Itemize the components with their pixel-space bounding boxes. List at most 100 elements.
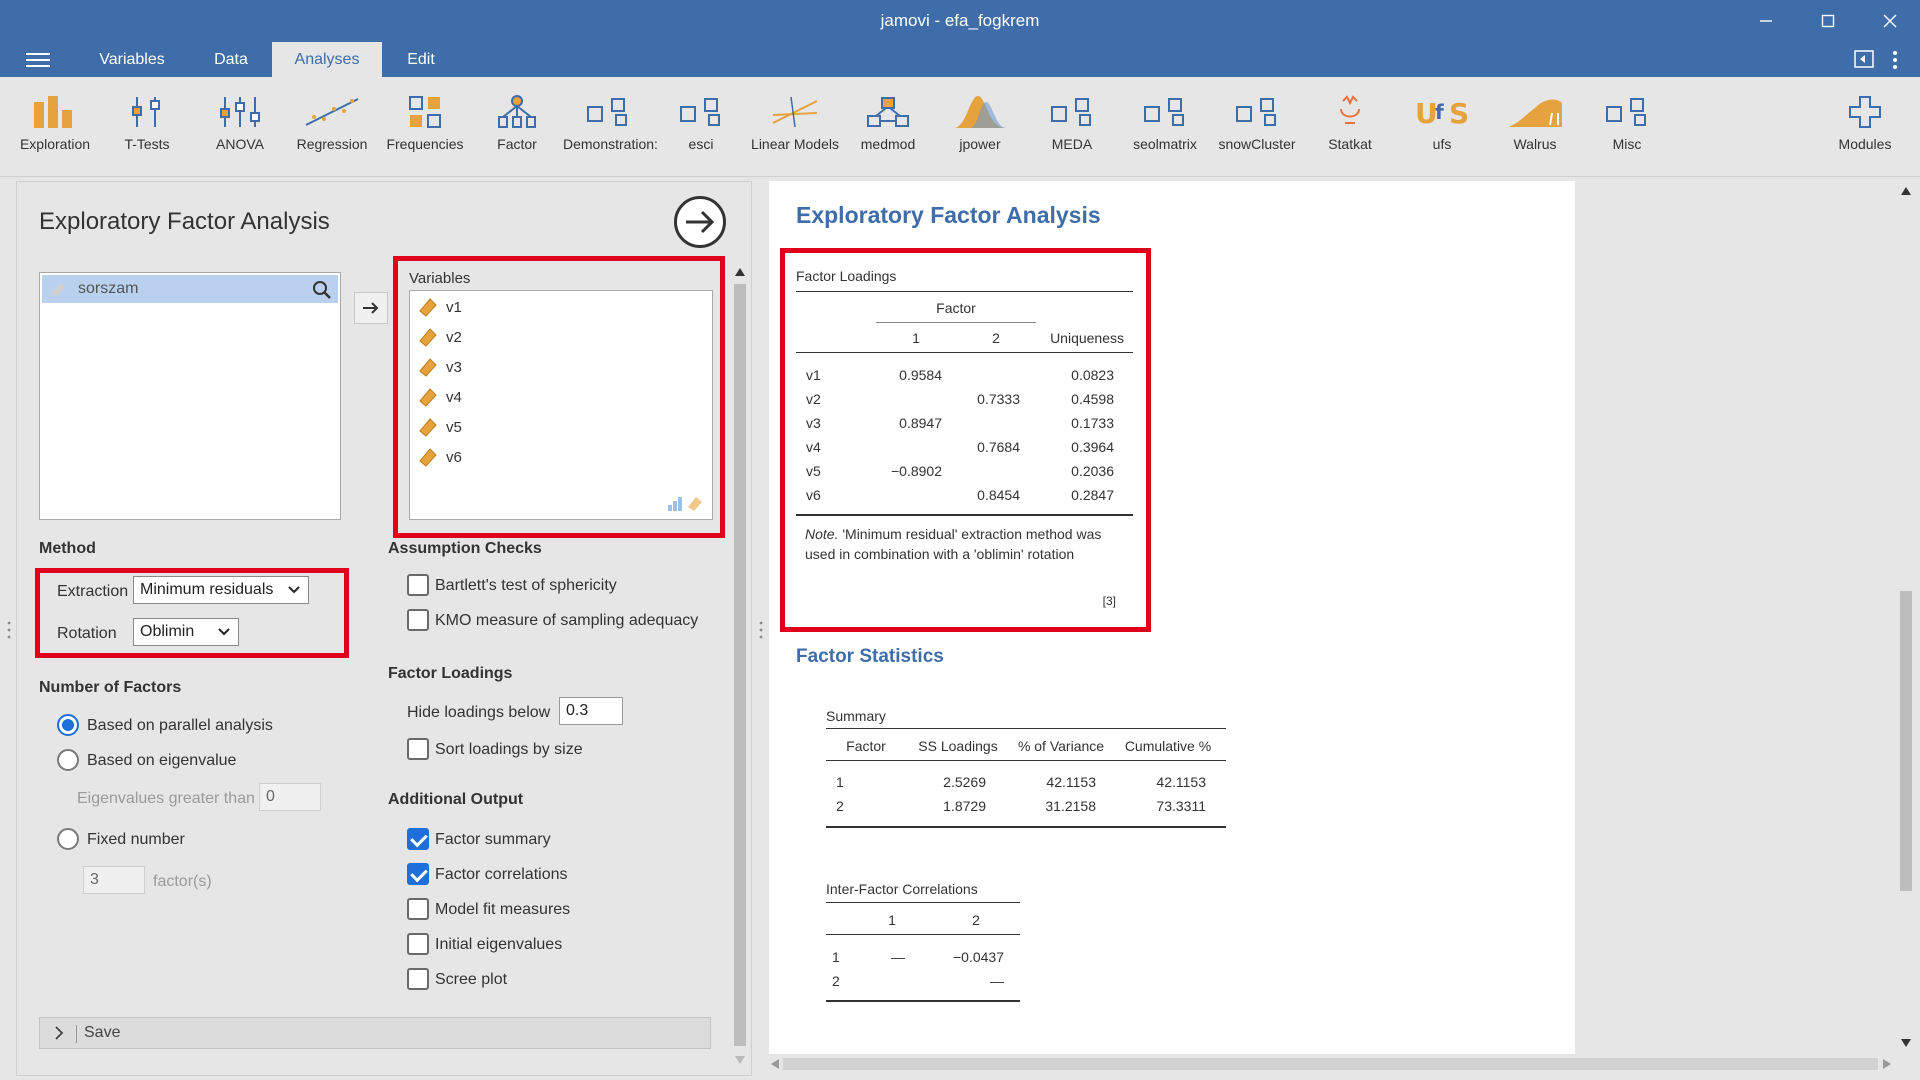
close-button[interactable] xyxy=(1866,6,1914,36)
fixed-number-radio[interactable] xyxy=(57,828,79,850)
left-splitter-grip[interactable] xyxy=(7,620,11,640)
snowcluster-icon xyxy=(1212,91,1302,133)
move-variable-button[interactable] xyxy=(354,292,388,324)
options-panel: Exploratory Factor Analysis sorszam Vari… xyxy=(16,181,752,1076)
results-vertical-scrollbar[interactable] xyxy=(1896,181,1916,1054)
options-title: Exploratory Factor Analysis xyxy=(39,208,330,235)
results-margin xyxy=(1575,181,1895,1054)
ribbon-linear-models[interactable]: Linear Models xyxy=(750,91,840,152)
summary-header: % of Variance xyxy=(1017,738,1105,754)
ribbon-t-tests[interactable]: T-Tests xyxy=(102,91,192,152)
correlations-table-title: Inter-Factor Correlations xyxy=(826,881,978,897)
bartlett-label: Bartlett's test of sphericity xyxy=(435,577,617,594)
sort-loadings-checkbox[interactable] xyxy=(407,738,429,760)
fixed-number-input[interactable]: 3 xyxy=(83,866,145,894)
scree-plot-checkbox[interactable] xyxy=(407,968,429,990)
ribbon-demonstration[interactable]: Demonstration: xyxy=(563,91,658,152)
medmod-icon xyxy=(843,91,933,133)
scroll-down-icon[interactable] xyxy=(735,1056,745,1064)
regression-icon xyxy=(287,91,377,133)
ribbon-statkat[interactable]: Statkat xyxy=(1305,91,1395,152)
ribbon-modules[interactable]: Modules xyxy=(1820,91,1910,152)
available-variables-list[interactable]: sorszam xyxy=(39,272,341,520)
kmo-checkbox[interactable] xyxy=(407,609,429,631)
ribbon-frequencies[interactable]: Frequencies xyxy=(380,91,470,152)
factor-summary-checkbox[interactable] xyxy=(407,828,429,850)
go-to-results-button[interactable] xyxy=(674,196,726,248)
analyses-ribbon: Exploration T-Tests ANOVA Regression Fre… xyxy=(0,77,1920,177)
tab-edit[interactable]: Edit xyxy=(390,42,452,77)
t-tests-icon xyxy=(102,91,192,133)
kmo-label: KMO measure of sampling adequacy xyxy=(435,612,699,629)
maximize-button[interactable] xyxy=(1804,6,1852,36)
ribbon-walrus[interactable]: Walrus xyxy=(1490,91,1580,152)
menu-bar: Variables Data Analyses Edit xyxy=(0,42,1920,77)
ribbon-medmod[interactable]: medmod xyxy=(843,91,933,152)
fixed-number-label: Fixed number xyxy=(87,831,185,848)
ribbon-regression[interactable]: Regression xyxy=(287,91,377,152)
ribbon-exploration[interactable]: Exploration xyxy=(10,91,100,152)
frequencies-icon xyxy=(380,91,470,133)
hamburger-menu-icon[interactable] xyxy=(26,53,50,69)
scroll-up-icon[interactable] xyxy=(1901,187,1911,195)
number-of-factors-heading: Number of Factors xyxy=(39,679,182,696)
factor-correlations-checkbox[interactable] xyxy=(407,863,429,885)
ribbon-seolmatrix[interactable]: seolmatrix xyxy=(1120,91,1210,152)
scroll-left-icon[interactable] xyxy=(771,1059,779,1069)
maximize-icon xyxy=(1821,14,1835,28)
ufs-icon: UfS xyxy=(1397,91,1487,133)
more-options-icon[interactable] xyxy=(1892,50,1898,75)
bartlett-checkbox[interactable] xyxy=(407,574,429,596)
eigenvalue-label: Based on eigenvalue xyxy=(87,752,237,769)
panel-splitter-grip[interactable] xyxy=(759,620,763,640)
walrus-icon xyxy=(1490,91,1580,133)
scroll-right-icon[interactable] xyxy=(1883,1059,1891,1069)
summary-header: SS Loadings xyxy=(918,738,998,754)
eigenvalue-threshold-label: Eigenvalues greater than xyxy=(77,790,255,807)
svg-text:S: S xyxy=(1449,97,1469,129)
minimize-button[interactable] xyxy=(1742,6,1790,36)
correlations-header: 2 xyxy=(972,912,980,928)
model-fit-checkbox[interactable] xyxy=(407,898,429,920)
window-title: jamovi - efa_fogkrem xyxy=(880,11,1040,30)
variable-item-sorszam[interactable]: sorszam xyxy=(42,275,338,303)
sort-loadings-label: Sort loadings by size xyxy=(435,741,583,758)
nominal-variable-icon xyxy=(51,283,65,297)
options-scrollbar[interactable] xyxy=(731,262,749,1072)
summary-table-title: Summary xyxy=(826,708,886,724)
assumption-checks-heading: Assumption Checks xyxy=(388,540,542,557)
save-section-header[interactable]: Save xyxy=(39,1017,711,1049)
ribbon-anova[interactable]: ANOVA xyxy=(195,91,285,152)
ribbon-jpower[interactable]: jpower xyxy=(935,91,1025,152)
eigenvalue-threshold-input[interactable]: 0 xyxy=(259,783,321,811)
factor-loadings-heading: Factor Loadings xyxy=(388,665,513,682)
method-heading: Method xyxy=(39,540,96,557)
tab-variables[interactable]: Variables xyxy=(86,42,178,77)
ribbon-ufs[interactable]: UfS ufs xyxy=(1397,91,1487,152)
anova-icon xyxy=(195,91,285,133)
ribbon-snowcluster[interactable]: snowCluster xyxy=(1212,91,1302,152)
initial-eigenvalues-checkbox[interactable] xyxy=(407,933,429,955)
method-highlight-box xyxy=(35,568,349,658)
tab-analyses[interactable]: Analyses xyxy=(272,42,382,77)
initial-eigenvalues-label: Initial eigenvalues xyxy=(435,936,563,953)
ribbon-esci[interactable]: esci xyxy=(656,91,746,152)
ribbon-misc[interactable]: Misc xyxy=(1582,91,1672,152)
factor-summary-label: Factor summary xyxy=(435,831,551,848)
results-horizontal-scrollbar[interactable] xyxy=(769,1054,1896,1074)
factor-icon xyxy=(472,91,562,133)
eigenvalue-radio[interactable] xyxy=(57,749,79,771)
svg-text:f: f xyxy=(1435,100,1444,124)
results-title: Exploratory Factor Analysis xyxy=(796,202,1101,228)
tab-data[interactable]: Data xyxy=(196,42,266,77)
ribbon-factor[interactable]: Factor xyxy=(472,91,562,152)
scroll-down-icon[interactable] xyxy=(1901,1039,1911,1047)
parallel-analysis-radio[interactable] xyxy=(57,714,79,736)
model-fit-label: Model fit measures xyxy=(435,901,571,918)
ribbon-meda[interactable]: MEDA xyxy=(1027,91,1117,152)
mode-toggle-icon[interactable] xyxy=(1854,50,1874,73)
hide-loadings-input[interactable]: 0.3 xyxy=(559,697,623,725)
search-icon[interactable] xyxy=(312,280,332,300)
scroll-up-icon[interactable] xyxy=(735,268,745,276)
exploration-icon xyxy=(10,91,100,133)
